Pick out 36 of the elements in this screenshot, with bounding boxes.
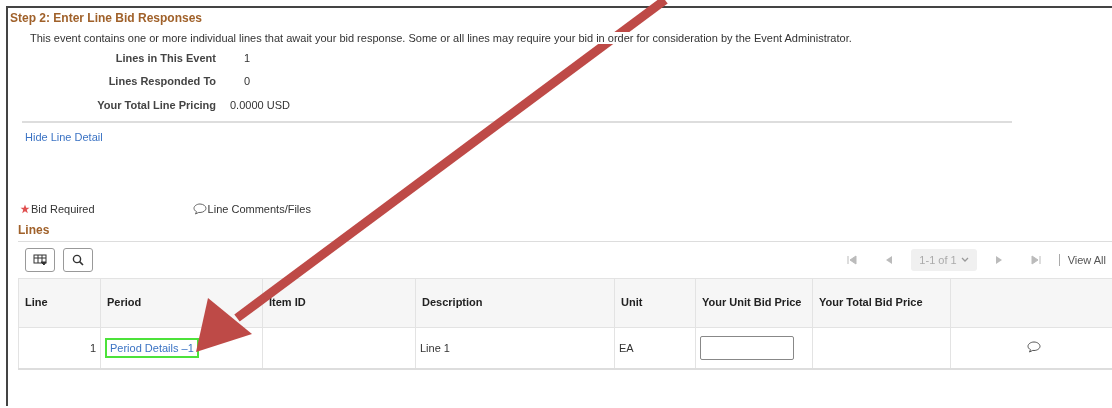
- view-all-link[interactable]: View All: [1067, 253, 1106, 266]
- column-header: Your Total Bid Price: [812, 278, 951, 327]
- comment-icon[interactable]: [1027, 340, 1041, 353]
- first-page-icon[interactable]: [847, 254, 858, 265]
- intro-text: This event contains one or more individual lines that await your bid response. Some or all lines may require your bid in order for consideration by the Event Administrator.: [30, 32, 852, 44]
- table-cell: 1: [89, 341, 96, 354]
- summary-value: 0: [243, 75, 252, 88]
- next-page-icon[interactable]: [994, 254, 1003, 265]
- table-cell: Line 1: [420, 341, 450, 354]
- legend-label: Line Comments/Files: [207, 202, 311, 215]
- summary-label: Your Total Line Pricing: [96, 98, 216, 111]
- column-header: Item ID: [262, 278, 416, 327]
- previous-page-icon[interactable]: [885, 254, 894, 265]
- grid-icon: [33, 253, 47, 266]
- summary-label: Lines Responded To: [107, 75, 216, 88]
- table-cell: EA: [619, 341, 634, 354]
- personalize-button[interactable]: [25, 247, 55, 272]
- last-page-icon[interactable]: [1030, 254, 1041, 265]
- chevron-icon: [960, 256, 969, 263]
- search-icon: [72, 253, 84, 266]
- legend-label: Bid Required: [31, 202, 95, 215]
- summary-value: 1: [243, 51, 252, 64]
- period-details-link[interactable]: Period Details –1: [105, 337, 199, 358]
- section-title: Step 2: Enter Line Bid Responses: [10, 11, 204, 25]
- comment-icon: [192, 202, 207, 215]
- column-header: Your Unit Bid Price: [695, 278, 813, 327]
- search-button[interactable]: [63, 247, 93, 272]
- star-icon: [20, 203, 30, 214]
- column-header: Line: [18, 278, 101, 327]
- summary-value: 0.0000 USD: [230, 98, 290, 111]
- summary-label: Lines in This Event: [114, 51, 216, 64]
- column-header: Description: [415, 278, 615, 327]
- hide-detail-link[interactable]: Hide Line Detail: [25, 130, 103, 143]
- lines-title: Lines: [18, 222, 51, 237]
- unit-bid-price-field[interactable]: [700, 335, 794, 360]
- column-header: Unit: [614, 278, 696, 327]
